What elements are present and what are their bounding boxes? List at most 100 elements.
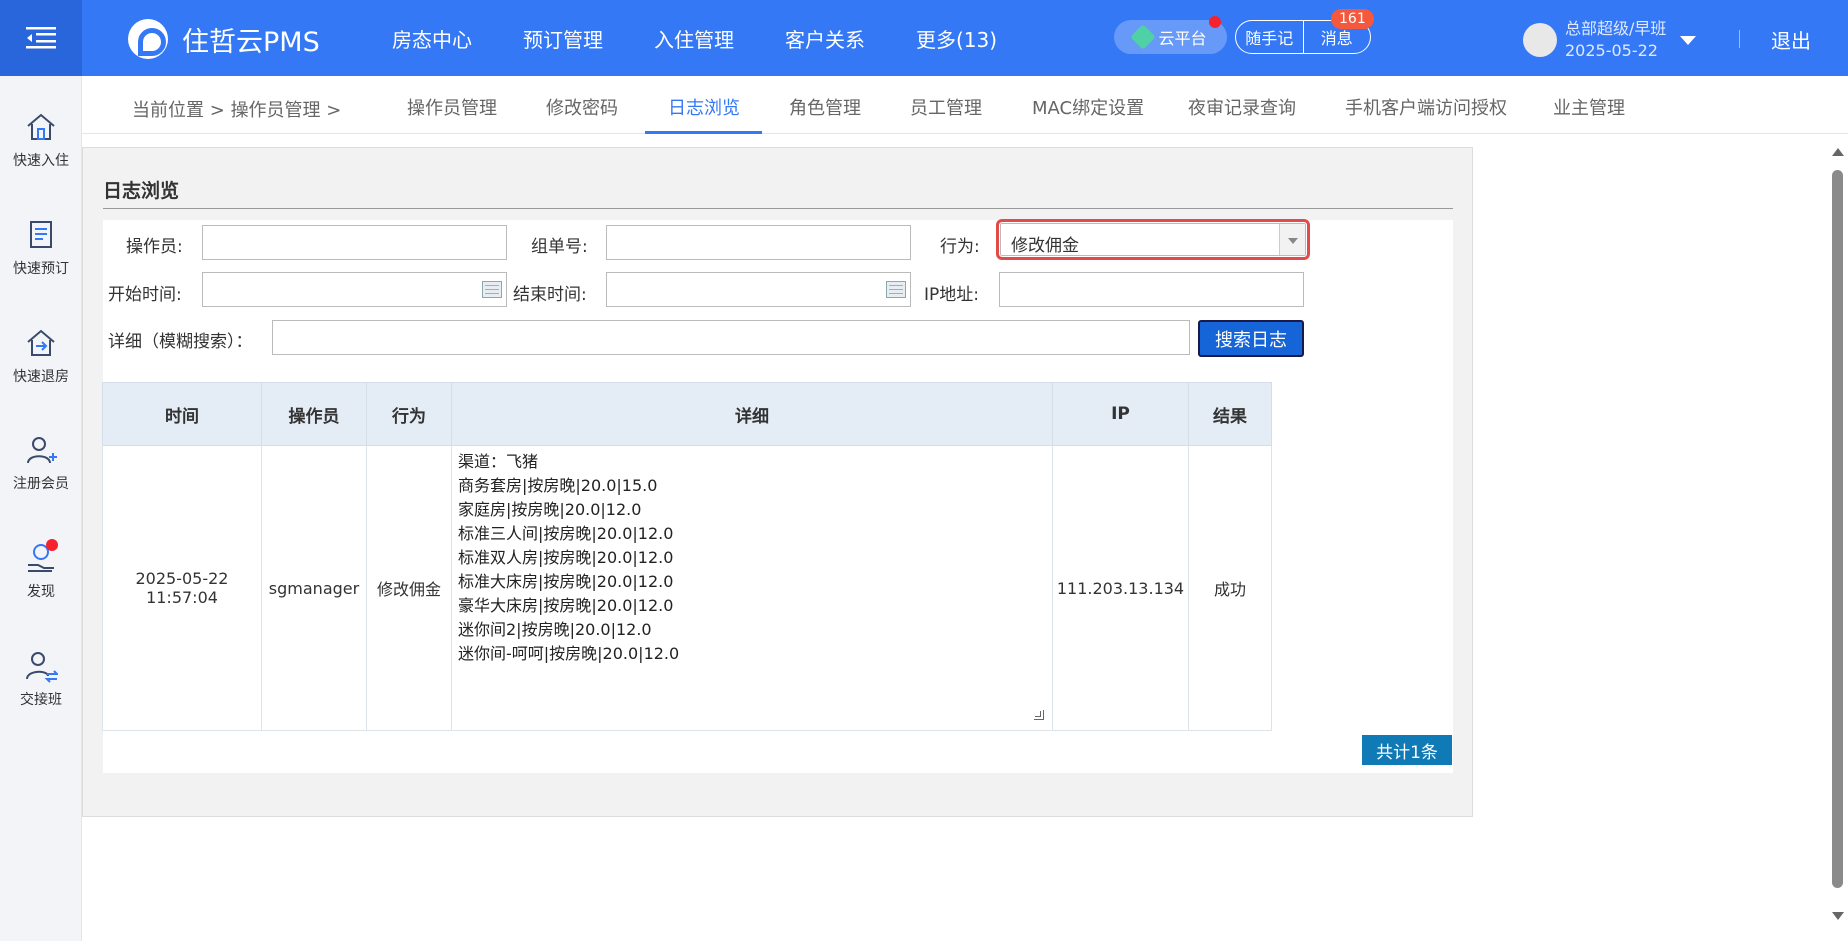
sidebar-item-quick-booking[interactable]: 快速预订: [0, 218, 82, 278]
cell-operator: sgmanager: [261, 445, 367, 731]
calendar-icon[interactable]: [482, 281, 502, 298]
breadcrumb-current[interactable]: 操作员管理: [231, 100, 321, 121]
action-select[interactable]: 修改佣金: [996, 219, 1310, 260]
ip-label: IP地址:: [924, 285, 979, 305]
sidebar-item-label: 交接班: [20, 692, 62, 708]
chevron-down-icon: [1680, 35, 1697, 45]
sidebar-item-label: 快速预订: [13, 261, 69, 277]
sidebar-item-label: 发现: [27, 584, 55, 600]
breadcrumb: 当前位置 > 操作员管理 >: [132, 96, 341, 122]
messages-count-badge: 161: [1331, 9, 1374, 29]
tab-staff-management[interactable]: 员工管理: [910, 94, 982, 120]
vertical-scrollbar[interactable]: [1827, 140, 1848, 930]
sidebar-item-label: 快速入住: [13, 153, 69, 169]
start-time-input[interactable]: [202, 272, 507, 307]
cell-action: 修改佣金: [366, 445, 452, 731]
sidebar-item-discover[interactable]: 发现: [0, 539, 82, 601]
logo-icon: [128, 19, 168, 59]
tab-change-password[interactable]: 修改密码: [546, 94, 618, 120]
sidebar: 快速入住 快速预订 快速退房 注册会员 发现 交接班: [0, 76, 82, 941]
operator-input[interactable]: [202, 225, 507, 260]
user-role: 总部超级/早班: [1565, 19, 1667, 38]
table-row: 2025-05-22 11:57:04 sgmanager 修改佣金 渠道：飞猪…: [102, 445, 1272, 731]
divider: [1739, 30, 1740, 48]
user-date: 2025-05-22: [1565, 41, 1658, 60]
breadcrumb-prefix: 当前位置: [132, 100, 204, 121]
column-header-operator: 操作员: [261, 382, 367, 446]
add-user-icon: [24, 433, 58, 467]
app-name: 住哲云PMS: [182, 26, 320, 58]
tab-night-audit[interactable]: 夜审记录查询: [1188, 94, 1296, 120]
action-select-value: 修改佣金: [1011, 236, 1079, 256]
active-tab-indicator: [645, 131, 762, 134]
sidebar-item-quick-checkout[interactable]: 快速退房: [0, 326, 82, 386]
menu-toggle-button[interactable]: [0, 0, 82, 76]
cloud-platform-label: 云平台: [1158, 29, 1207, 48]
group-no-input[interactable]: [606, 225, 911, 260]
scroll-down-icon[interactable]: [1832, 912, 1844, 920]
cell-ip: 111.203.13.134: [1052, 445, 1189, 731]
divider: [103, 208, 1453, 209]
sidebar-item-quick-checkin[interactable]: 快速入住: [0, 110, 82, 170]
scroll-thumb[interactable]: [1832, 170, 1843, 888]
tab-log-browse[interactable]: 日志浏览: [668, 94, 740, 120]
calendar-icon[interactable]: [886, 281, 906, 298]
table-header-row: 时间 操作员 行为 详细 IP 结果: [102, 382, 1272, 446]
group-no-label: 组单号:: [531, 237, 588, 257]
scroll-up-icon[interactable]: [1832, 148, 1844, 156]
nav-reservation[interactable]: 预订管理: [523, 24, 603, 53]
resize-handle-icon[interactable]: [1034, 710, 1044, 720]
breadcrumb-separator: >: [326, 100, 342, 121]
tab-mobile-auth[interactable]: 手机客户端访问授权: [1345, 94, 1507, 120]
detail-search-input[interactable]: [272, 320, 1190, 355]
cell-time-clock: 11:57:04: [146, 588, 218, 607]
column-header-detail: 详细: [451, 382, 1053, 446]
app-logo: 住哲云PMS: [128, 19, 320, 59]
search-log-button[interactable]: 搜索日志: [1198, 320, 1304, 357]
sidebar-item-shift-change[interactable]: 交接班: [0, 649, 82, 709]
end-time-label: 结束时间:: [513, 285, 587, 305]
tab-operator-management[interactable]: 操作员管理: [407, 94, 497, 120]
notification-dot: [1209, 16, 1221, 28]
cell-detail[interactable]: 渠道：飞猪 商务套房|按房晚|20.0|15.0 家庭房|按房晚|20.0|12…: [451, 445, 1053, 731]
cell-time-date: 2025-05-22: [135, 569, 229, 588]
action-label: 行为:: [940, 237, 980, 257]
notification-dot: [46, 539, 58, 551]
chevron-down-icon[interactable]: [1279, 224, 1305, 255]
nav-customer[interactable]: 客户关系: [785, 24, 865, 53]
column-header-time: 时间: [102, 382, 262, 446]
detail-search-label: 详细（模糊搜索）：: [108, 332, 253, 352]
nav-more[interactable]: 更多(13): [916, 24, 997, 53]
operator-label: 操作员:: [126, 237, 183, 257]
checkout-icon: [24, 326, 58, 360]
ip-input[interactable]: [999, 272, 1304, 307]
notes-button[interactable]: 随手记: [1236, 21, 1303, 53]
log-table: 时间 操作员 行为 详细 IP 结果 2025-05-22 11:57:04 s…: [102, 382, 1272, 731]
end-time-input[interactable]: [606, 272, 911, 307]
nav-checkin[interactable]: 入住管理: [654, 24, 734, 53]
breadcrumb-separator: >: [209, 100, 225, 121]
detail-textarea[interactable]: 渠道：飞猪 商务套房|按房晚|20.0|15.0 家庭房|按房晚|20.0|12…: [458, 446, 1046, 666]
menu-icon: [26, 27, 56, 49]
shift-change-icon: [24, 649, 60, 683]
column-header-result: 结果: [1188, 382, 1272, 446]
panel-title: 日志浏览: [103, 180, 180, 202]
sidebar-item-register-member[interactable]: 注册会员: [0, 433, 82, 493]
home-icon: [24, 110, 58, 144]
sidebar-item-label: 注册会员: [13, 476, 69, 492]
tab-bar: 当前位置 > 操作员管理 > 操作员管理 修改密码 日志浏览 角色管理 员工管理…: [82, 76, 1848, 134]
tab-role-management[interactable]: 角色管理: [789, 94, 861, 120]
user-menu[interactable]: 总部超级/早班 2025-05-22: [1523, 18, 1697, 62]
total-count-badge: 共计1条: [1362, 735, 1452, 765]
column-header-action: 行为: [366, 382, 452, 446]
logout-button[interactable]: 退出: [1771, 25, 1811, 54]
money-hand-icon: [24, 539, 58, 575]
tab-mac-binding[interactable]: MAC绑定设置: [1032, 94, 1144, 120]
tab-owner-management[interactable]: 业主管理: [1553, 94, 1625, 120]
sidebar-item-label: 快速退房: [13, 369, 69, 385]
cloud-platform-button[interactable]: 云平台: [1114, 16, 1227, 54]
avatar: [1523, 23, 1557, 57]
nav-room-status[interactable]: 房态中心: [392, 24, 472, 53]
document-icon: [24, 218, 58, 252]
start-time-label: 开始时间:: [108, 285, 182, 305]
